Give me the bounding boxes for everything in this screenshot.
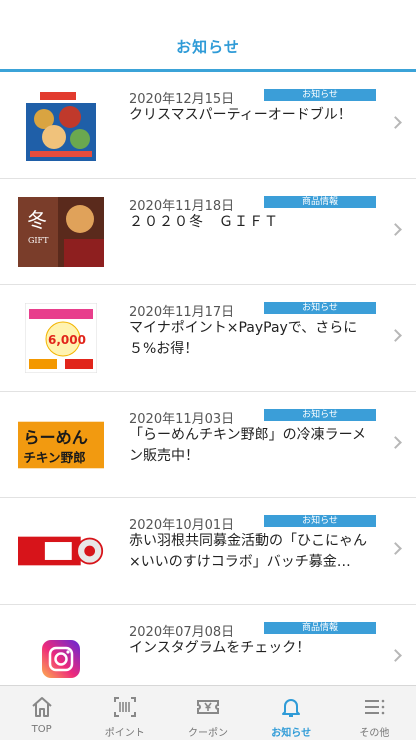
christmas-flyer-image [26,89,96,161]
page-title: お知らせ [176,38,240,56]
ramen-logo-line2: チキン野郎 [23,450,85,465]
tab-other[interactable]: その他 [333,686,416,740]
news-item[interactable]: 6,000 2020年11月17日 お知らせ マイナポイント×PayPayで、さ… [0,285,416,392]
chevron-right-icon [389,222,402,236]
news-thumbnail-mynapoint: 6,000 [18,301,104,375]
tab-news[interactable]: お知らせ [250,686,333,740]
news-list[interactable]: 2020年12月15日 お知らせ クリスマスパーティーオードブル！ 冬 GIFT… [0,72,416,685]
news-thumbnail-christmas [18,88,104,162]
news-title: マイナポイント×PayPayで、さらに５%お得！ [129,320,358,357]
category-badge: お知らせ [264,515,376,527]
tab-coupon[interactable]: クーポン [166,686,249,740]
news-thumbnail-instagram [18,635,104,683]
barcode-scan-icon [113,697,136,717]
category-badge: 商品情報 [264,195,376,208]
bell-icon [282,699,301,717]
news-item[interactable]: 2020年10月01日 お知らせ 赤い羽根共同募金活動の「ひこにゃん×いいのすけ… [0,498,416,605]
instagram-icon [42,639,80,678]
news-title: 赤い羽根共同募金活動の「ひこにゃん×いいのすけコラボ」バッチ募金… [129,533,367,570]
tab-label: その他 [359,728,390,739]
chevron-right-icon [389,329,402,342]
menu-icon [365,699,385,715]
gift-text: GIFT [28,236,49,245]
ramen-logo-image: らーめん チキン野郎 [18,421,104,468]
news-item[interactable]: 2020年07月08日 商品情報 インスタグラムをチェック！ [0,605,416,686]
chevron-right-icon [389,435,402,449]
news-title: ２０２０冬 ＧＩＦＴ [129,213,279,230]
category-badge: お知らせ [264,408,376,421]
home-icon [31,697,52,717]
category-badge: お知らせ [264,89,376,101]
news-title: 「らーめんチキン野郎」の冷凍ラーメン販売中！ [129,426,367,464]
news-thumbnail-winter-gift: 冬 GIFT [18,195,104,269]
bottom-tab-bar: TOP ポイント クーポン お知らせ その他 [0,685,416,740]
category-badge: 商品情報 [264,621,376,634]
news-title: クリスマスパーティーオードブル！ [129,107,352,123]
news-title: インスタグラムをチェック！ [129,639,311,656]
red-feather-image [18,531,104,571]
news-item[interactable]: 冬 GIFT 2020年11月18日 商品情報 ２０２０冬 ＧＩＦＴ [0,179,416,285]
ramen-logo-line1: らーめん [23,428,87,447]
point-amount-text: 6,000 [48,333,86,347]
winter-text: 冬 [27,208,47,232]
tab-label: ポイント [104,728,145,739]
news-item[interactable]: 2020年12月15日 お知らせ クリスマスパーティーオードブル！ [0,72,416,179]
category-badge: お知らせ [264,302,376,314]
tab-label: TOP [31,724,52,735]
winter-gift-image: 冬 GIFT [18,196,104,267]
news-item[interactable]: らーめん チキン野郎 2020年11月03日 お知らせ 「らーめんチキン野郎」の… [0,392,416,498]
chevron-right-icon [389,648,402,662]
tab-point[interactable]: ポイント [83,686,166,740]
news-thumbnail-red-feather [18,514,104,588]
chevron-right-icon [389,542,402,555]
mynapoint-paypay-image: 6,000 [25,303,97,373]
app-header: お知らせ [0,0,416,72]
tab-label: クーポン [188,728,228,739]
chevron-right-icon [389,116,402,129]
yen-ticket-icon [197,700,219,714]
news-thumbnail-ramen: らーめん チキン野郎 [18,408,104,482]
tab-top[interactable]: TOP [0,686,83,740]
tab-label: お知らせ [271,728,312,739]
